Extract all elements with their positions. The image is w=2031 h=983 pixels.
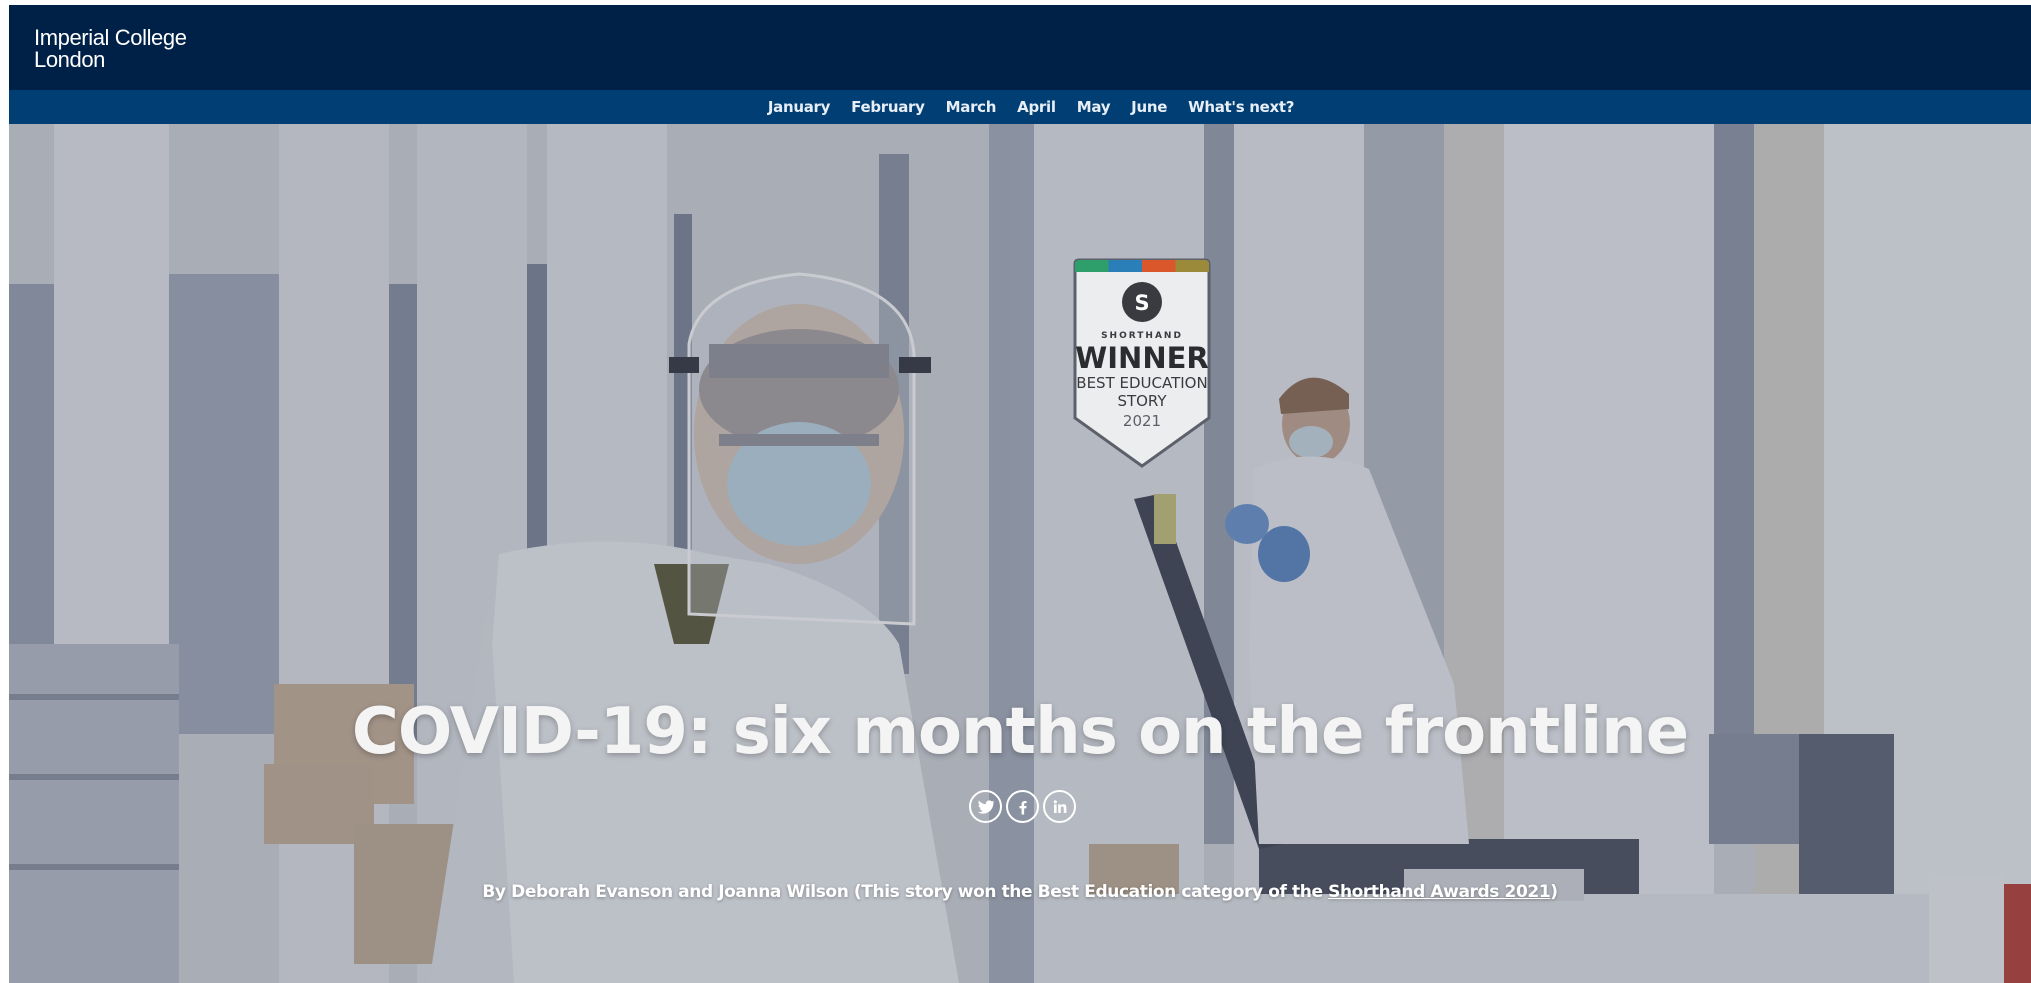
linkedin-icon [1053, 799, 1066, 813]
linkedin-share-button[interactable] [1043, 790, 1076, 823]
share-buttons [9, 790, 2031, 823]
facebook-share-button[interactable] [1006, 790, 1039, 823]
nav-item-march[interactable]: March [946, 98, 997, 116]
nav-item-may[interactable]: May [1077, 98, 1111, 116]
badge-stripe [1142, 260, 1176, 272]
hero-section: S SHORTHAND WINNER BEST EDUCATION STORY … [9, 124, 2031, 983]
badge-story: STORY [1117, 392, 1167, 410]
page-title: COVID-19: six months on the frontline [351, 695, 1689, 769]
page-frame: Imperial College London January February… [9, 5, 2031, 983]
winner-badge[interactable]: S SHORTHAND WINNER BEST EDUCATION STORY … [1071, 258, 1213, 470]
badge-category: BEST EDUCATION [1076, 374, 1207, 392]
badge-winner: WINNER [1075, 341, 1208, 375]
nav-item-february[interactable]: February [851, 98, 925, 116]
badge-year: 2021 [1123, 412, 1161, 430]
badge-logo-letter: S [1134, 291, 1149, 315]
byline-text: By Deborah Evanson and Joanna Wilson (Th… [482, 882, 1329, 902]
hero-content: S SHORTHAND WINNER BEST EDUCATION STORY … [9, 124, 2031, 983]
month-nav: January February March April May June Wh… [9, 90, 2031, 124]
logo-line-1: Imperial College [34, 25, 187, 50]
badge-stripe [1075, 260, 1109, 272]
nav-item-january[interactable]: January [768, 98, 831, 116]
badge-stripe [1108, 260, 1143, 272]
twitter-icon [977, 799, 995, 814]
imperial-logo[interactable]: Imperial College London [34, 27, 187, 71]
logo-line-2: London [34, 47, 106, 72]
badge-stripe [1175, 260, 1209, 272]
byline-end: ) [1550, 882, 1558, 902]
nav-item-whats-next[interactable]: What's next? [1188, 98, 1294, 116]
twitter-share-button[interactable] [969, 790, 1002, 823]
site-header: Imperial College London [9, 5, 2031, 90]
byline: By Deborah Evanson and Joanna Wilson (Th… [9, 882, 2031, 902]
badge-brand: SHORTHAND [1101, 331, 1183, 341]
shorthand-awards-link[interactable]: Shorthand Awards 2021 [1328, 882, 1551, 902]
nav-item-june[interactable]: June [1131, 98, 1167, 116]
nav-item-april[interactable]: April [1017, 98, 1056, 116]
facebook-icon [1018, 800, 1027, 814]
